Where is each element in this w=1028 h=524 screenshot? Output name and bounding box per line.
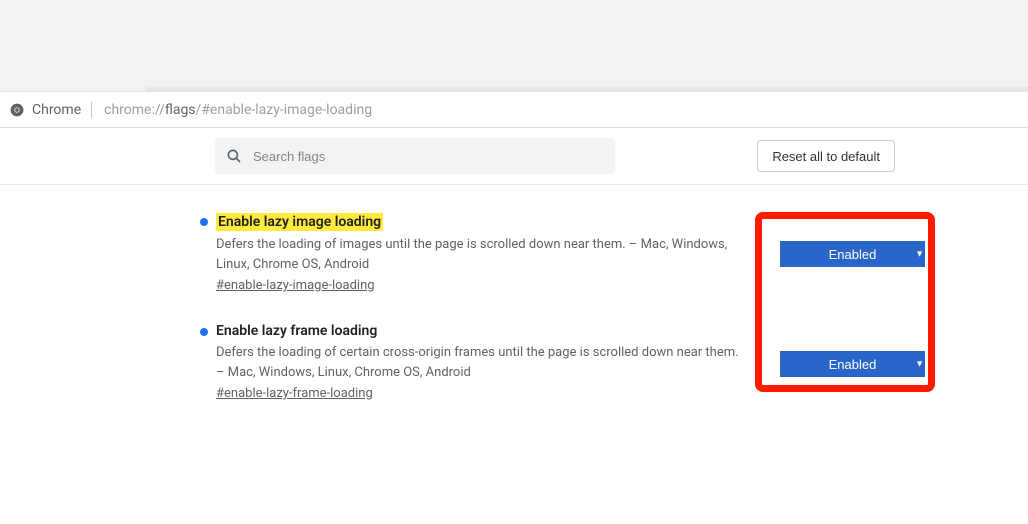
flags-list: Enable lazy image loading Defers the loa… [0, 185, 1028, 423]
flag-state-select[interactable]: Enabled [780, 241, 925, 267]
flag-anchor-link[interactable]: #enable-lazy-image-loading [216, 278, 375, 293]
reset-all-button[interactable]: Reset all to default [757, 140, 895, 172]
flag-state-select[interactable]: Enabled [780, 351, 925, 377]
toolbar: Reset all to default [0, 128, 1028, 185]
flag-description: Defers the loading of images until the p… [216, 235, 746, 274]
search-icon [225, 147, 243, 165]
browser-chrome-placeholder [0, 0, 1028, 92]
flag-row-lazy-image: Enable lazy image loading Defers the loa… [200, 205, 930, 315]
header-shadow [145, 86, 1028, 91]
url-text[interactable]: chrome://flags/#enable-lazy-image-loadin… [100, 102, 372, 118]
changed-dot-icon [200, 218, 208, 226]
flag-row-lazy-frame: Enable lazy frame loading Defers the loa… [200, 315, 930, 423]
flag-anchor-link[interactable]: #enable-lazy-frame-loading [216, 386, 373, 401]
chrome-icon [10, 103, 24, 117]
search-input[interactable] [253, 149, 605, 164]
flag-title: Enable lazy image loading [216, 213, 383, 231]
url-bar: Chrome chrome://flags/#enable-lazy-image… [0, 92, 1028, 128]
flag-title: Enable lazy frame loading [216, 323, 377, 339]
changed-dot-icon [200, 328, 208, 336]
flag-description: Defers the loading of certain cross-orig… [216, 343, 746, 382]
app-label: Chrome [32, 102, 92, 118]
search-flags-wrap[interactable] [215, 138, 615, 174]
